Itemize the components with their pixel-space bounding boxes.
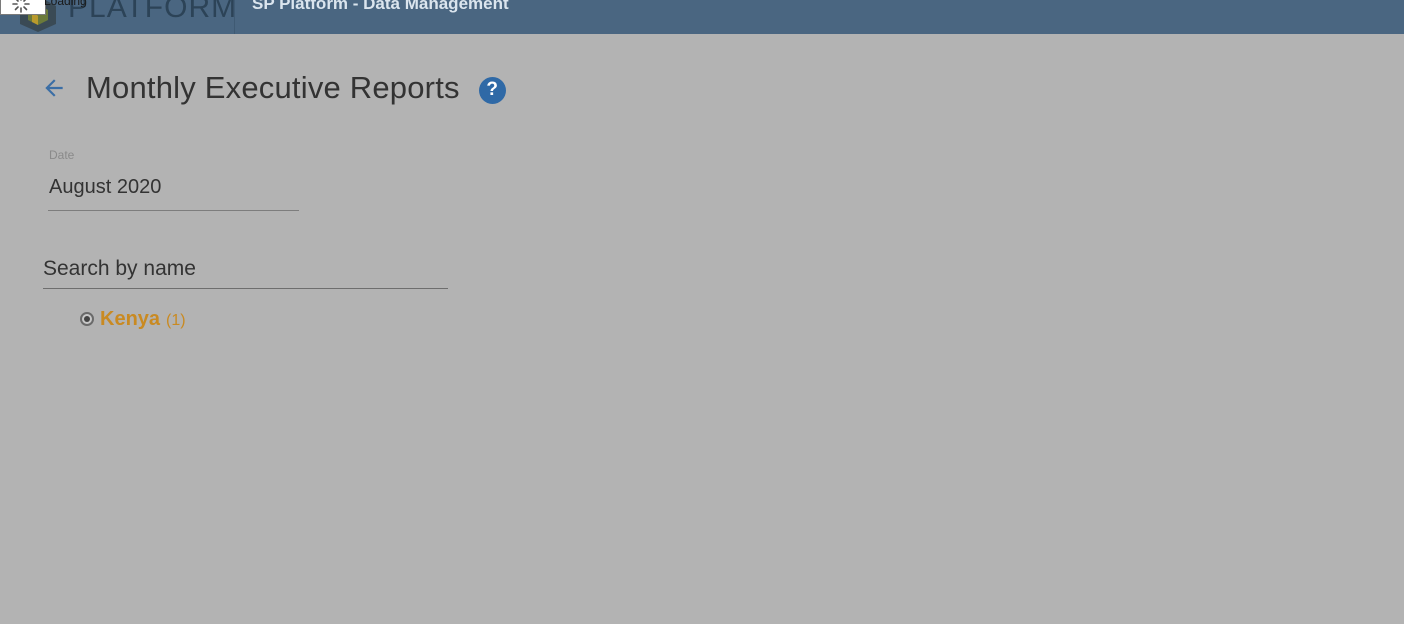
date-field-underline [48, 210, 299, 211]
brand-area[interactable]: PLATFORM Loading [0, 0, 238, 34]
radio-button[interactable] [80, 312, 94, 326]
tree-item-label[interactable]: Kenya [100, 308, 160, 331]
search-input[interactable] [43, 250, 448, 289]
brand-name: PLATFORM [68, 0, 238, 24]
loading-spinner-icon [12, 0, 30, 13]
date-field[interactable]: Date August 2020 [48, 146, 299, 212]
search-field [43, 250, 448, 291]
page-header: Monthly Executive Reports ? [40, 66, 506, 110]
date-field-label: Date [49, 148, 75, 162]
arrow-left-icon [45, 79, 63, 97]
loading-indicator [0, 0, 46, 15]
back-button[interactable] [40, 74, 68, 102]
help-circle-icon[interactable]: ? [478, 76, 506, 104]
top-navigation-bar: PLATFORM Loading SP Platform - Data Mana… [0, 0, 1404, 34]
loading-text: Loading [44, 0, 87, 8]
tree-item-count: (1) [166, 312, 186, 329]
tree-item-kenya[interactable]: Kenya (1) [80, 306, 186, 332]
page-title: Monthly Executive Reports [86, 70, 460, 105]
radio-selected-dot [84, 316, 90, 322]
app-title: SP Platform - Data Management [252, 0, 509, 13]
date-field-value[interactable]: August 2020 [49, 176, 161, 199]
